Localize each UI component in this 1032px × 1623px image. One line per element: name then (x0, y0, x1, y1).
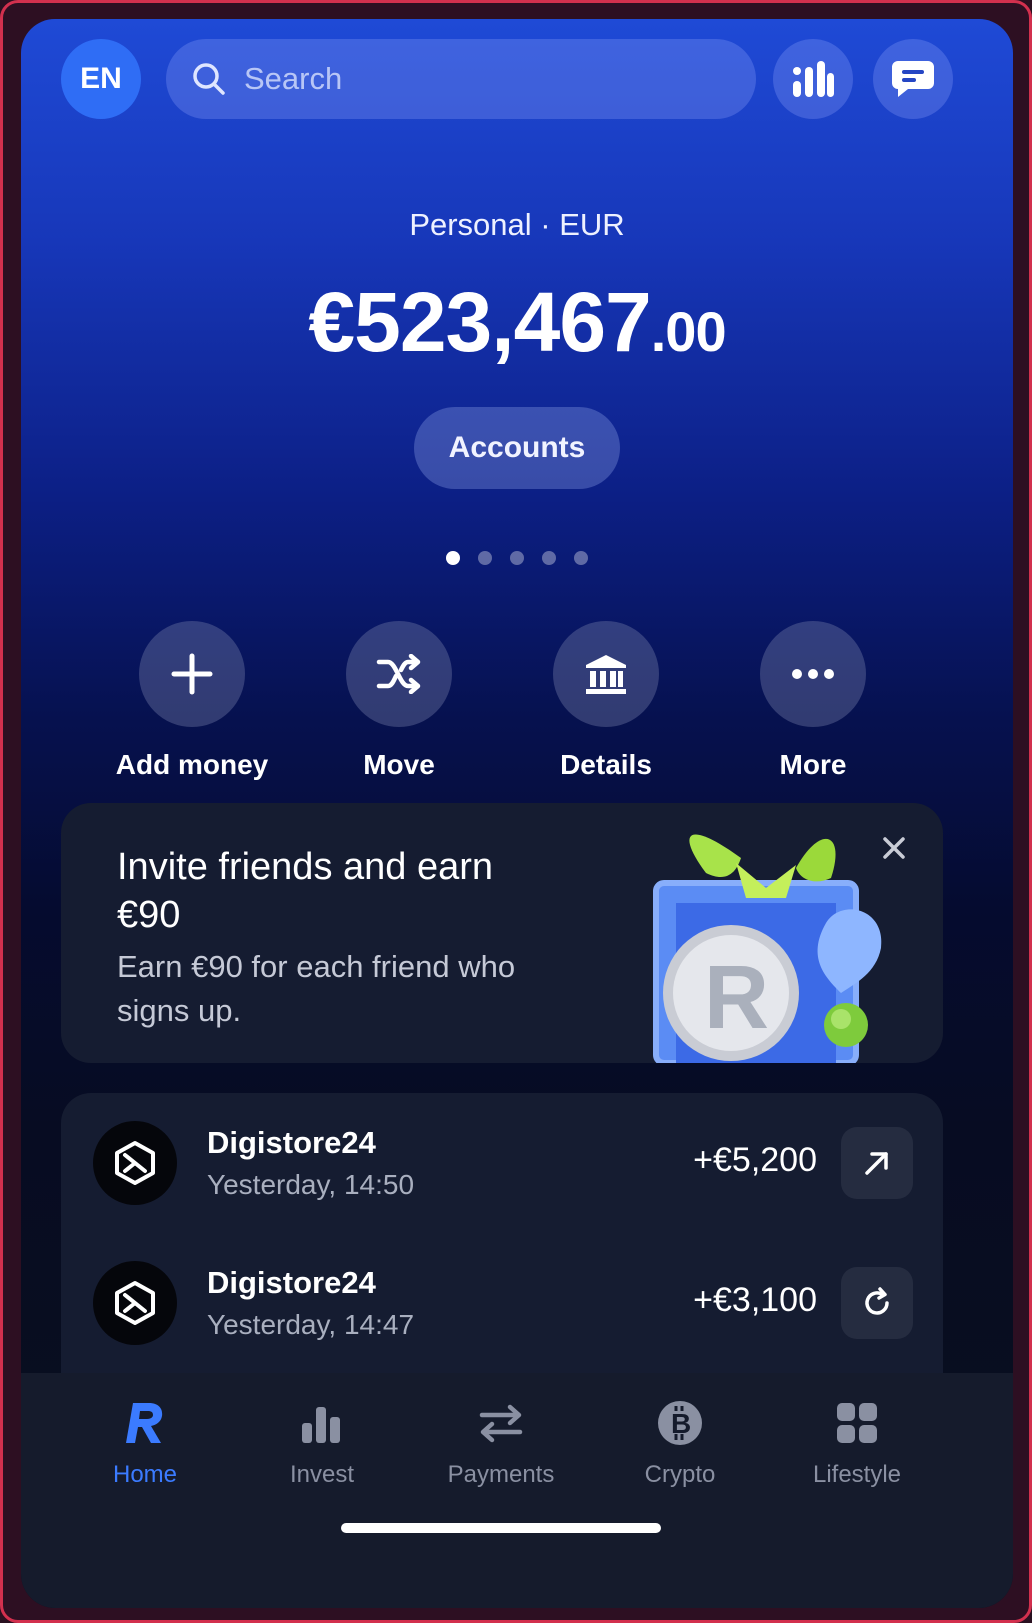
digistore-logo-icon (115, 1281, 155, 1325)
more-circle[interactable] (760, 621, 866, 727)
transaction-time: Yesterday, 14:47 (207, 1309, 415, 1340)
details-button[interactable]: Details (499, 621, 713, 781)
bar-chart-icon (302, 1407, 340, 1443)
bar-chart-icon (793, 61, 834, 97)
accounts-button[interactable]: Accounts (414, 407, 620, 489)
nav-invest-label: Invest (289, 1461, 355, 1488)
arrow-up-right-icon (865, 1152, 888, 1175)
page-dot[interactable] (574, 551, 588, 565)
nav-lifestyle[interactable]: Lifestyle (767, 1397, 947, 1489)
search-placeholder: Search (244, 61, 343, 96)
bottom-navigation: Home Invest Payments B Crypto Lifestyle (21, 1373, 1013, 1608)
nav-crypto[interactable]: B Crypto (590, 1397, 770, 1489)
merchant-name: Digistore24 (207, 1125, 376, 1160)
merchant-name: Digistore24 (207, 1265, 376, 1300)
balance-amount: €523,467.00 (21, 274, 1013, 371)
add-money-label: Add money (115, 749, 269, 780)
more-label: More (779, 749, 847, 780)
transaction-row[interactable]: Digistore24 Yesterday, 14:50 +€5,200 (61, 1103, 943, 1223)
promo-title: Invite friends and earn €90 (117, 846, 494, 936)
svg-text:R: R (704, 948, 769, 1048)
nav-home-label: Home (112, 1461, 178, 1488)
merchant-logo (93, 1121, 177, 1205)
shuffle-icon (376, 654, 421, 694)
referral-promo-card[interactable]: Invite friends and earn €90 Earn €90 for… (61, 803, 943, 1063)
merchant-logo (93, 1261, 177, 1345)
grid-icon (837, 1403, 877, 1443)
nav-payments[interactable]: Payments (411, 1397, 591, 1489)
balance-decimals: .00 (650, 300, 727, 363)
transaction-time: Yesterday, 14:50 (207, 1169, 415, 1200)
add-money-circle[interactable] (139, 621, 245, 727)
move-button[interactable]: Move (292, 621, 506, 781)
page-dot[interactable] (542, 551, 556, 565)
app-frame: EN Search Personal · EUR €523,467.00 Acc… (0, 0, 1032, 1623)
nav-home[interactable]: Home (55, 1397, 235, 1489)
search-icon (193, 63, 225, 95)
phone-screen: EN Search Personal · EUR €523,467.00 Acc… (21, 19, 1013, 1608)
home-indicator (341, 1523, 661, 1533)
transaction-row[interactable]: Digistore24 Yesterday, 14:47 +€3,100 (61, 1243, 943, 1363)
avatar[interactable]: EN (61, 39, 141, 119)
promo-subtitle: Earn €90 for each friend who signs up. (117, 949, 516, 1028)
nav-payments-label: Payments (447, 1461, 555, 1488)
page-dot[interactable] (446, 551, 460, 565)
refresh-icon (865, 1287, 889, 1315)
page-dot[interactable] (478, 551, 492, 565)
chat-button[interactable] (873, 39, 953, 119)
nav-invest[interactable]: Invest (232, 1397, 412, 1489)
search-input[interactable]: Search (166, 39, 756, 119)
account-label: Personal · EUR (409, 207, 625, 242)
details-label: Details (560, 749, 652, 780)
page-dot[interactable] (510, 551, 524, 565)
revolut-r-icon (126, 1403, 163, 1443)
transaction-amount: +€3,100 (693, 1281, 817, 1319)
balance-main: €523,467 (308, 275, 651, 369)
digistore-logo-icon (115, 1141, 155, 1185)
close-icon[interactable] (879, 833, 909, 863)
transaction-status[interactable] (841, 1127, 913, 1199)
more-button[interactable]: More (706, 621, 920, 781)
page-indicator (21, 551, 1013, 565)
nav-lifestyle-label: Lifestyle (812, 1461, 902, 1488)
gift-box-illustration: R (653, 834, 882, 1063)
add-money-button[interactable]: Add money (85, 621, 299, 781)
details-circle[interactable] (553, 621, 659, 727)
transaction-amount: +€5,200 (693, 1141, 817, 1179)
ellipsis-icon (792, 669, 834, 679)
move-circle[interactable] (346, 621, 452, 727)
analytics-button[interactable] (773, 39, 853, 119)
chat-bubble-icon (892, 61, 934, 97)
plus-icon (171, 653, 213, 695)
bank-icon (586, 655, 626, 694)
top-bar: EN Search (21, 39, 1013, 119)
transfer-arrows-icon (479, 1404, 523, 1443)
transaction-status[interactable] (841, 1267, 913, 1339)
move-label: Move (363, 749, 435, 780)
quick-actions: Add money Move Details More (21, 621, 1013, 791)
bitcoin-icon: B (658, 1401, 702, 1445)
nav-crypto-label: Crypto (644, 1461, 716, 1488)
